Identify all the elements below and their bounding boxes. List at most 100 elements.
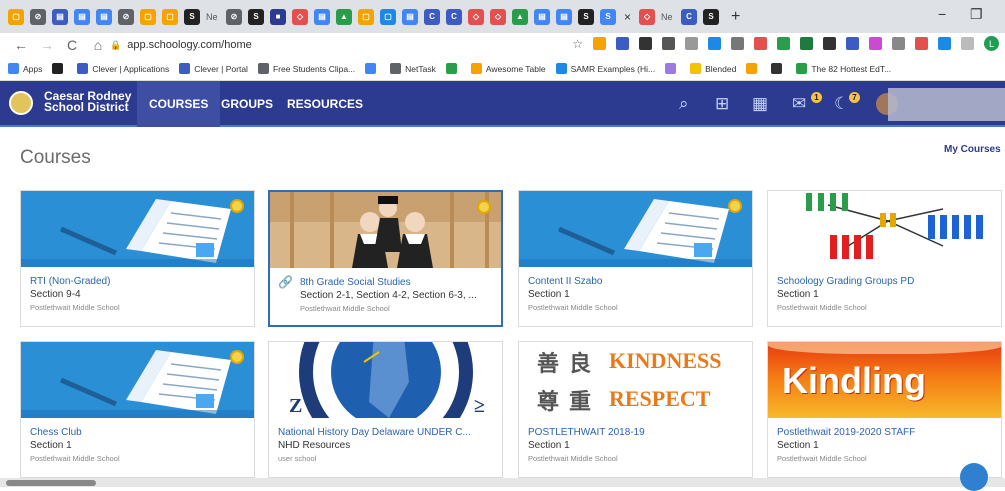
extension-icon[interactable] bbox=[593, 37, 606, 50]
course-card[interactable]: Z ≥ National History Day Delaware UNDER … bbox=[268, 341, 503, 478]
tab-schoology-icon[interactable]: ▢ bbox=[140, 8, 156, 25]
search-icon[interactable]: ⌕ bbox=[679, 94, 689, 114]
course-banner[interactable] bbox=[21, 342, 254, 418]
nav-courses[interactable]: COURSES bbox=[137, 81, 221, 127]
back-icon[interactable]: ← bbox=[14, 37, 28, 53]
course-banner[interactable]: Kindling bbox=[768, 342, 1001, 418]
tab-diamond-icon[interactable]: ◇ bbox=[490, 8, 506, 25]
messages-icon[interactable]: ✉ bbox=[792, 94, 806, 114]
course-banner[interactable]: 善 良 KINDNESS 尊 重 RESPECT bbox=[519, 342, 752, 418]
course-title[interactable]: Postlethwait 2019-2020 STAFF bbox=[777, 427, 992, 438]
bookmark-item[interactable]: Free Students Clipa... bbox=[257, 63, 355, 74]
home-icon[interactable]: ⌂ bbox=[92, 37, 104, 53]
bookmark-item[interactable]: The 82 Hottest EdT... bbox=[796, 63, 891, 74]
restore-button[interactable]: ❐ bbox=[970, 6, 983, 23]
course-title[interactable]: POSTLETHWAIT 2018-19 bbox=[528, 427, 743, 438]
course-banner[interactable] bbox=[519, 191, 752, 267]
bookmark-item[interactable]: Clever | Applications bbox=[77, 63, 169, 74]
tab-diamond-icon[interactable]: ◇ bbox=[292, 8, 308, 25]
bookmark-item[interactable] bbox=[746, 63, 761, 74]
bookmark-item[interactable] bbox=[445, 63, 461, 74]
extension-icon[interactable] bbox=[708, 37, 721, 50]
bookmark-item[interactable] bbox=[665, 63, 680, 74]
bookmark-item[interactable]: Clever | Portal bbox=[179, 63, 248, 74]
course-card[interactable]: 善 良 KINDNESS 尊 重 RESPECT POSTLETHWAIT 20… bbox=[518, 341, 753, 478]
my-courses-link[interactable]: My Courses bbox=[944, 144, 1001, 155]
extension-icon[interactable] bbox=[685, 37, 698, 50]
district-name[interactable]: Caesar Rodney School District bbox=[44, 90, 131, 113]
tab-c-icon[interactable]: C bbox=[681, 8, 698, 25]
bookmark-item[interactable] bbox=[771, 63, 786, 74]
tab-c-icon[interactable]: C bbox=[424, 8, 440, 25]
minimize-button[interactable]: − bbox=[938, 6, 946, 22]
tab-diamond-icon[interactable]: ◇ bbox=[468, 8, 484, 25]
tab-globe-icon[interactable]: ⊘ bbox=[118, 8, 134, 25]
tab-docs-icon[interactable]: ▤ bbox=[74, 8, 90, 25]
course-card[interactable]: Kindling Postlethwait 2019-2020 STAFF Sec… bbox=[767, 341, 1002, 478]
profile-avatar[interactable]: L bbox=[984, 36, 999, 51]
course-title[interactable]: 8th Grade Social Studies bbox=[300, 277, 495, 288]
course-card[interactable]: Content II Szabo Section 1 Postlethwait Mi… bbox=[518, 190, 753, 327]
tab-ne-label[interactable]: Ne bbox=[661, 12, 675, 22]
calendar-icon[interactable]: ▦ bbox=[752, 94, 768, 114]
extension-icon[interactable] bbox=[961, 37, 974, 50]
scrollbar-thumb[interactable] bbox=[6, 480, 96, 486]
star-icon[interactable]: ☆ bbox=[572, 37, 583, 51]
tab-globe-icon[interactable]: ⊘ bbox=[30, 8, 46, 25]
tab-drive-icon[interactable]: ▲ bbox=[336, 8, 352, 25]
extension-icon[interactable] bbox=[823, 37, 836, 50]
district-logo-icon[interactable] bbox=[9, 91, 33, 115]
course-title[interactable]: Chess Club bbox=[30, 427, 245, 438]
url-field[interactable]: 🔒 app.schoology.com/home bbox=[110, 36, 252, 54]
tab-schoology-icon[interactable]: ▢ bbox=[358, 8, 374, 25]
bookmark-item[interactable]: Blended bbox=[690, 63, 736, 74]
tab-s-icon[interactable]: S bbox=[184, 8, 200, 25]
nav-resources[interactable]: RESOURCES bbox=[275, 81, 375, 127]
course-title[interactable]: Schoology Grading Groups PD bbox=[777, 276, 992, 287]
tab-s-icon[interactable]: S bbox=[703, 8, 720, 25]
extension-icon[interactable] bbox=[915, 37, 928, 50]
extension-icon[interactable] bbox=[869, 37, 882, 50]
tab-docs-icon[interactable]: ▤ bbox=[556, 8, 572, 25]
tab-app-icon[interactable]: ■ bbox=[270, 8, 286, 25]
course-title[interactable]: Content II Szabo bbox=[528, 276, 743, 287]
bookmark-item[interactable]: Awesome Table bbox=[470, 63, 546, 74]
course-card[interactable]: Chess Club Section 1 Postlethwait Middle S… bbox=[20, 341, 255, 478]
extension-icon[interactable] bbox=[616, 37, 629, 50]
tab-s-icon[interactable]: S bbox=[578, 8, 594, 25]
tab-ne-label[interactable]: Ne bbox=[206, 12, 220, 22]
extension-icon[interactable] bbox=[662, 37, 675, 50]
forward-icon[interactable]: → bbox=[40, 37, 54, 53]
course-banner[interactable]: Z ≥ bbox=[269, 342, 502, 418]
tab-drive-icon[interactable]: ▲ bbox=[512, 8, 528, 25]
extension-icon[interactable] bbox=[800, 37, 813, 50]
horizontal-scrollbar[interactable] bbox=[0, 478, 1005, 487]
tab-docs-icon[interactable]: ▤ bbox=[402, 8, 418, 25]
reload-icon[interactable]: C bbox=[66, 37, 78, 53]
url-text[interactable]: app.schoology.com/home bbox=[127, 39, 252, 51]
course-card[interactable]: RTI (Non-Graded) Section 9-4 Postlethwait … bbox=[20, 190, 255, 327]
course-card[interactable]: 🔗 8th Grade Social Studies Section 2-1, Se… bbox=[268, 190, 503, 327]
tab-globe-icon[interactable]: ⊘ bbox=[226, 8, 242, 25]
tab-meet-icon[interactable]: ▢ bbox=[380, 8, 396, 25]
nav-groups[interactable]: GROUPS bbox=[209, 81, 285, 127]
bookmark-item[interactable] bbox=[365, 63, 380, 74]
course-card[interactable]: Schoology Grading Groups PD Section 1 Post… bbox=[767, 190, 1002, 327]
tab-schoology-icon[interactable]: ▢ bbox=[8, 8, 24, 25]
tab-diamond-icon[interactable]: ◇ bbox=[639, 8, 656, 25]
apps-grid-icon[interactable]: ⊞ bbox=[715, 94, 729, 114]
tab-classroom-icon[interactable]: ▤ bbox=[52, 8, 68, 25]
bookmark-item[interactable]: SAMR Examples (Hi... bbox=[555, 63, 655, 74]
user-name-redacted[interactable] bbox=[888, 88, 1005, 121]
extension-icon[interactable] bbox=[639, 37, 652, 50]
course-title[interactable]: RTI (Non-Graded) bbox=[30, 276, 245, 287]
bookmark-item[interactable] bbox=[52, 63, 67, 74]
extension-icon[interactable] bbox=[731, 37, 744, 50]
tab-docs-icon[interactable]: ▤ bbox=[534, 8, 550, 25]
extension-icon[interactable] bbox=[938, 37, 951, 50]
tab-s-icon[interactable]: S bbox=[248, 8, 264, 25]
course-banner[interactable] bbox=[21, 191, 254, 267]
extension-icon[interactable] bbox=[846, 37, 859, 50]
bookmark-item[interactable]: NetTask bbox=[390, 63, 436, 74]
new-tab-button[interactable]: + bbox=[731, 8, 740, 26]
